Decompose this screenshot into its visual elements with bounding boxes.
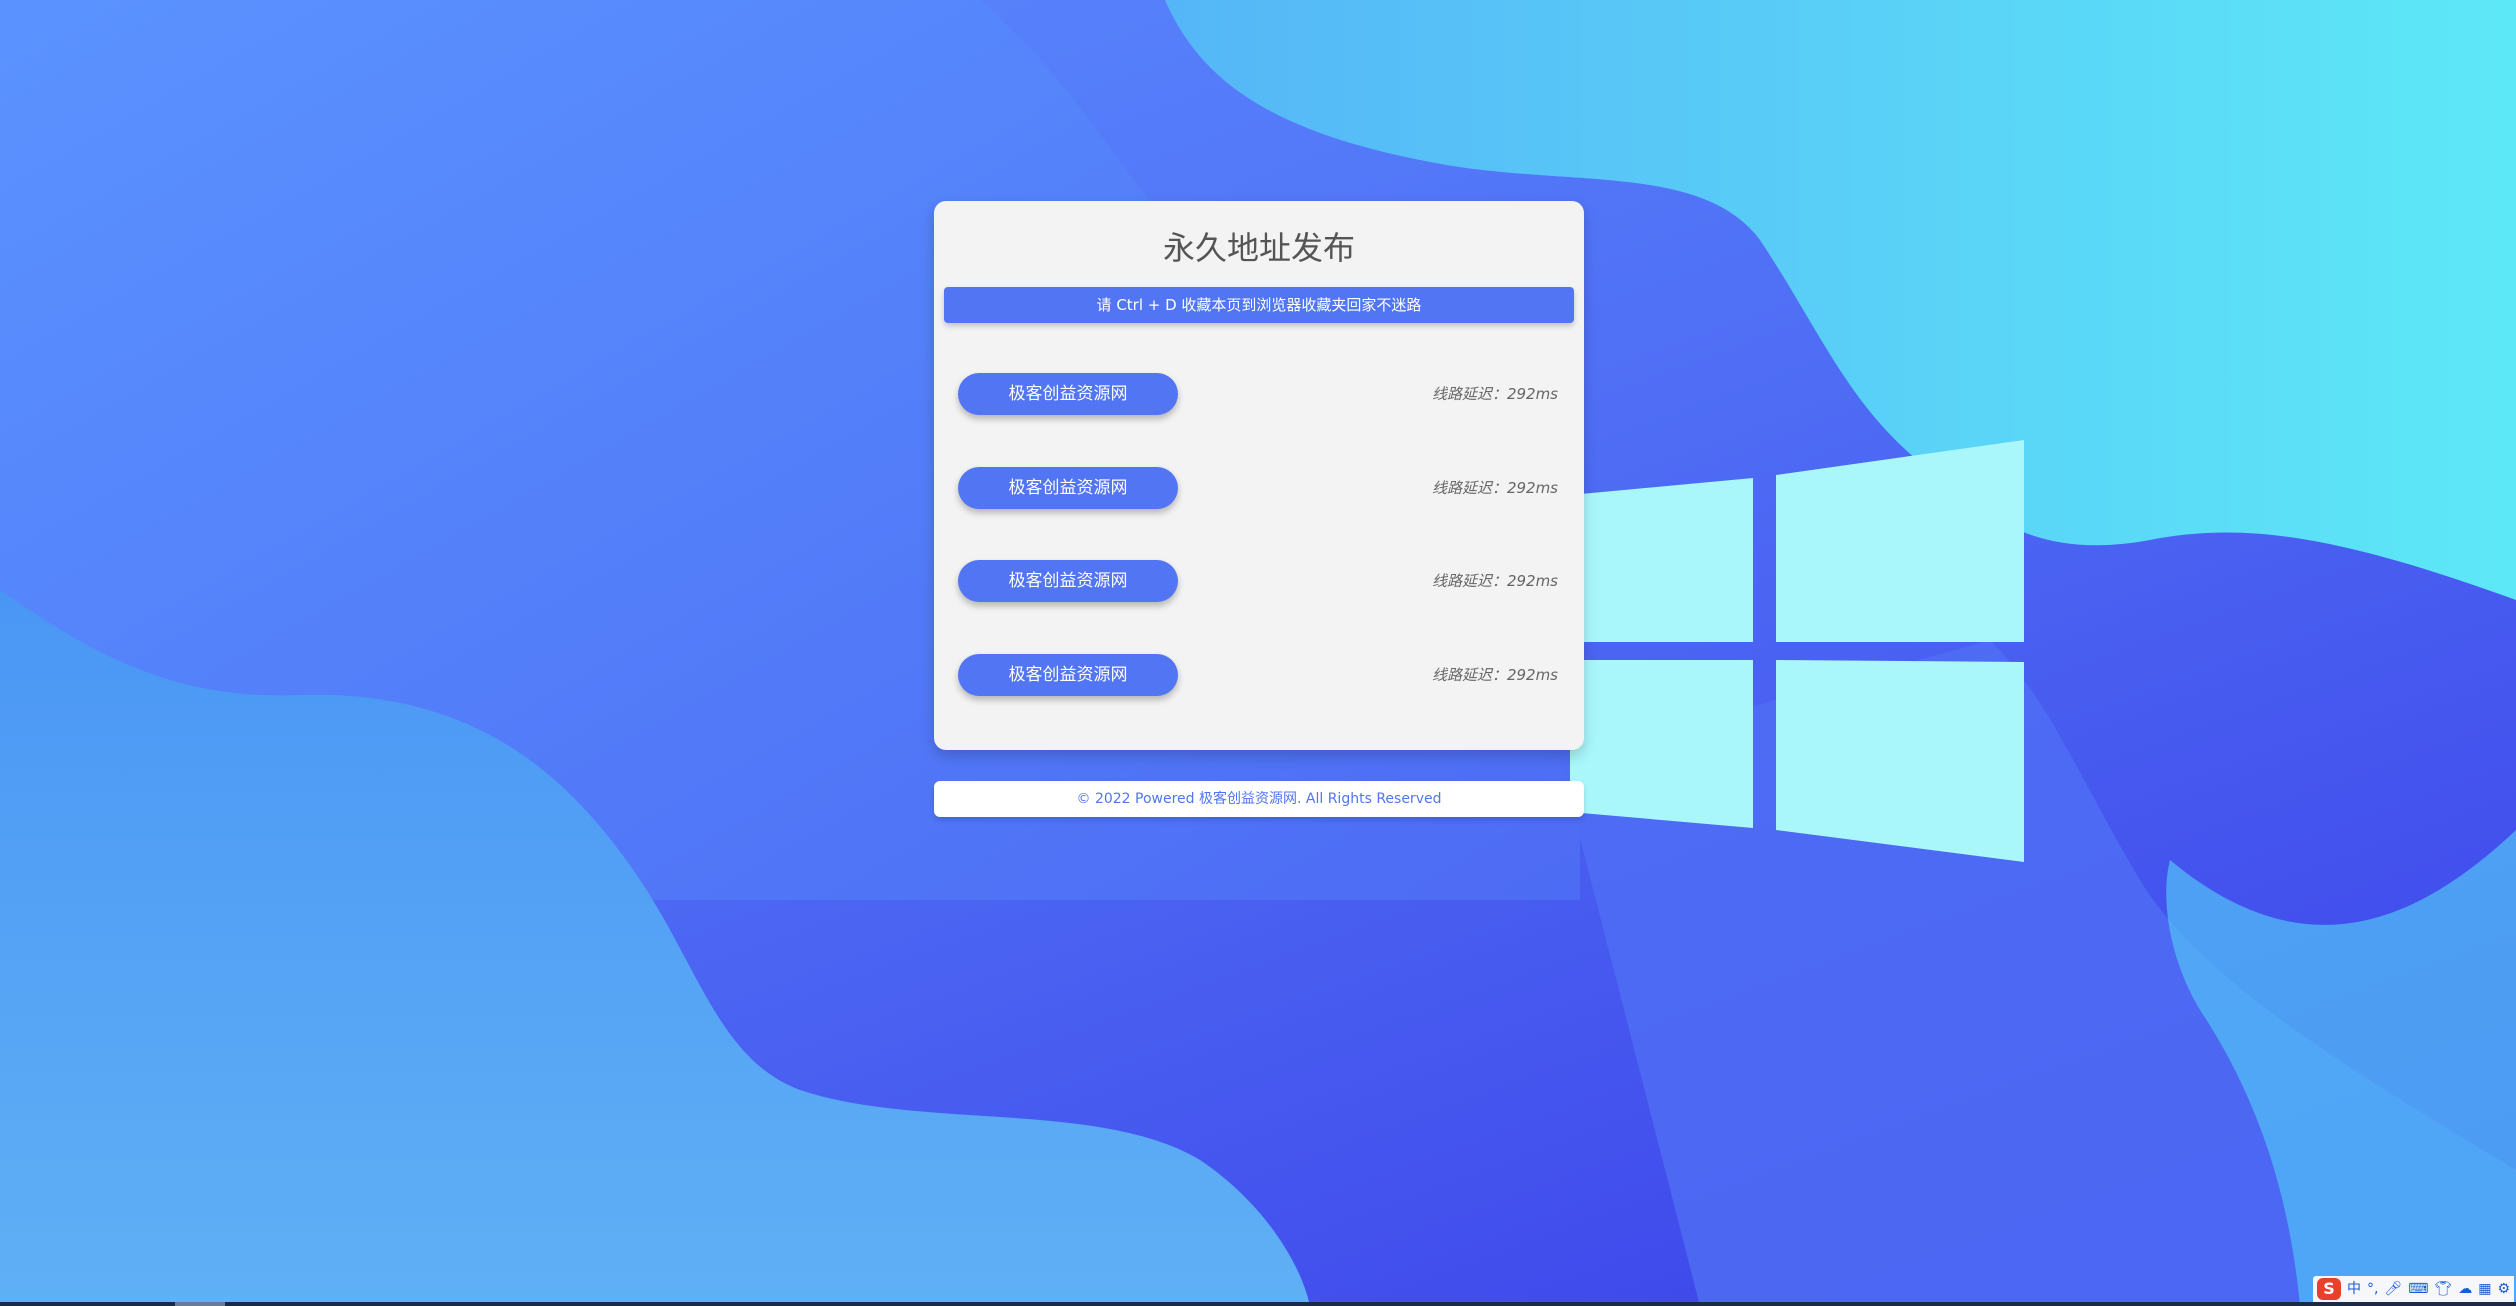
punctuation-icon[interactable]: °,	[2367, 1278, 2378, 1300]
skin-icon[interactable]: 👕︎	[2434, 1278, 2452, 1300]
system-tray: S 中 °, 🎤︎ ⌨ 👕︎ ☁ ▦ ⚙	[2312, 1276, 2514, 1302]
latency-label: 线路延迟：292ms	[1431, 479, 1558, 497]
latency-label: 线路延迟：292ms	[1431, 572, 1558, 590]
bookmark-notice: 请 Ctrl + D 收藏本页到浏览器收藏夹回家不迷路	[944, 287, 1574, 323]
ime-logo-icon[interactable]: S	[2316, 1278, 2341, 1300]
keyboard-icon[interactable]: ⌨	[2408, 1278, 2428, 1300]
desktop-background: 永久地址发布 请 Ctrl + D 收藏本页到浏览器收藏夹回家不迷路 极客创益资…	[0, 0, 2516, 1306]
grid-icon[interactable]: ▦	[2478, 1278, 2491, 1300]
line-button[interactable]: 极客创益资源网	[958, 654, 1178, 696]
list-item: 极客创益资源网 线路延迟：292ms	[934, 467, 1584, 511]
footer-copyright: © 2022 Powered 极客创益资源网. All Rights Reser…	[934, 781, 1584, 817]
list-item: 极客创益资源网 线路延迟：292ms	[934, 373, 1584, 417]
latency-label: 线路延迟：292ms	[1431, 385, 1558, 403]
address-card: 永久地址发布 请 Ctrl + D 收藏本页到浏览器收藏夹回家不迷路 极客创益资…	[934, 201, 1584, 750]
page-title: 永久地址发布	[1162, 229, 1355, 267]
settings-icon[interactable]: ⚙	[2497, 1278, 2510, 1300]
language-indicator[interactable]: 中	[2347, 1278, 2361, 1300]
microphone-icon[interactable]: 🎤︎	[2384, 1278, 2402, 1300]
line-button[interactable]: 极客创益资源网	[958, 560, 1178, 602]
line-button[interactable]: 极客创益资源网	[958, 373, 1178, 415]
latency-label: 线路延迟：292ms	[1431, 666, 1558, 684]
list-item: 极客创益资源网 线路延迟：292ms	[934, 560, 1584, 604]
taskbar	[0, 1302, 2516, 1306]
list-item: 极客创益资源网 线路延迟：292ms	[934, 654, 1584, 698]
cloud-icon[interactable]: ☁	[2458, 1278, 2472, 1300]
taskbar-tab[interactable]	[175, 1302, 225, 1306]
line-button[interactable]: 极客创益资源网	[958, 467, 1178, 509]
